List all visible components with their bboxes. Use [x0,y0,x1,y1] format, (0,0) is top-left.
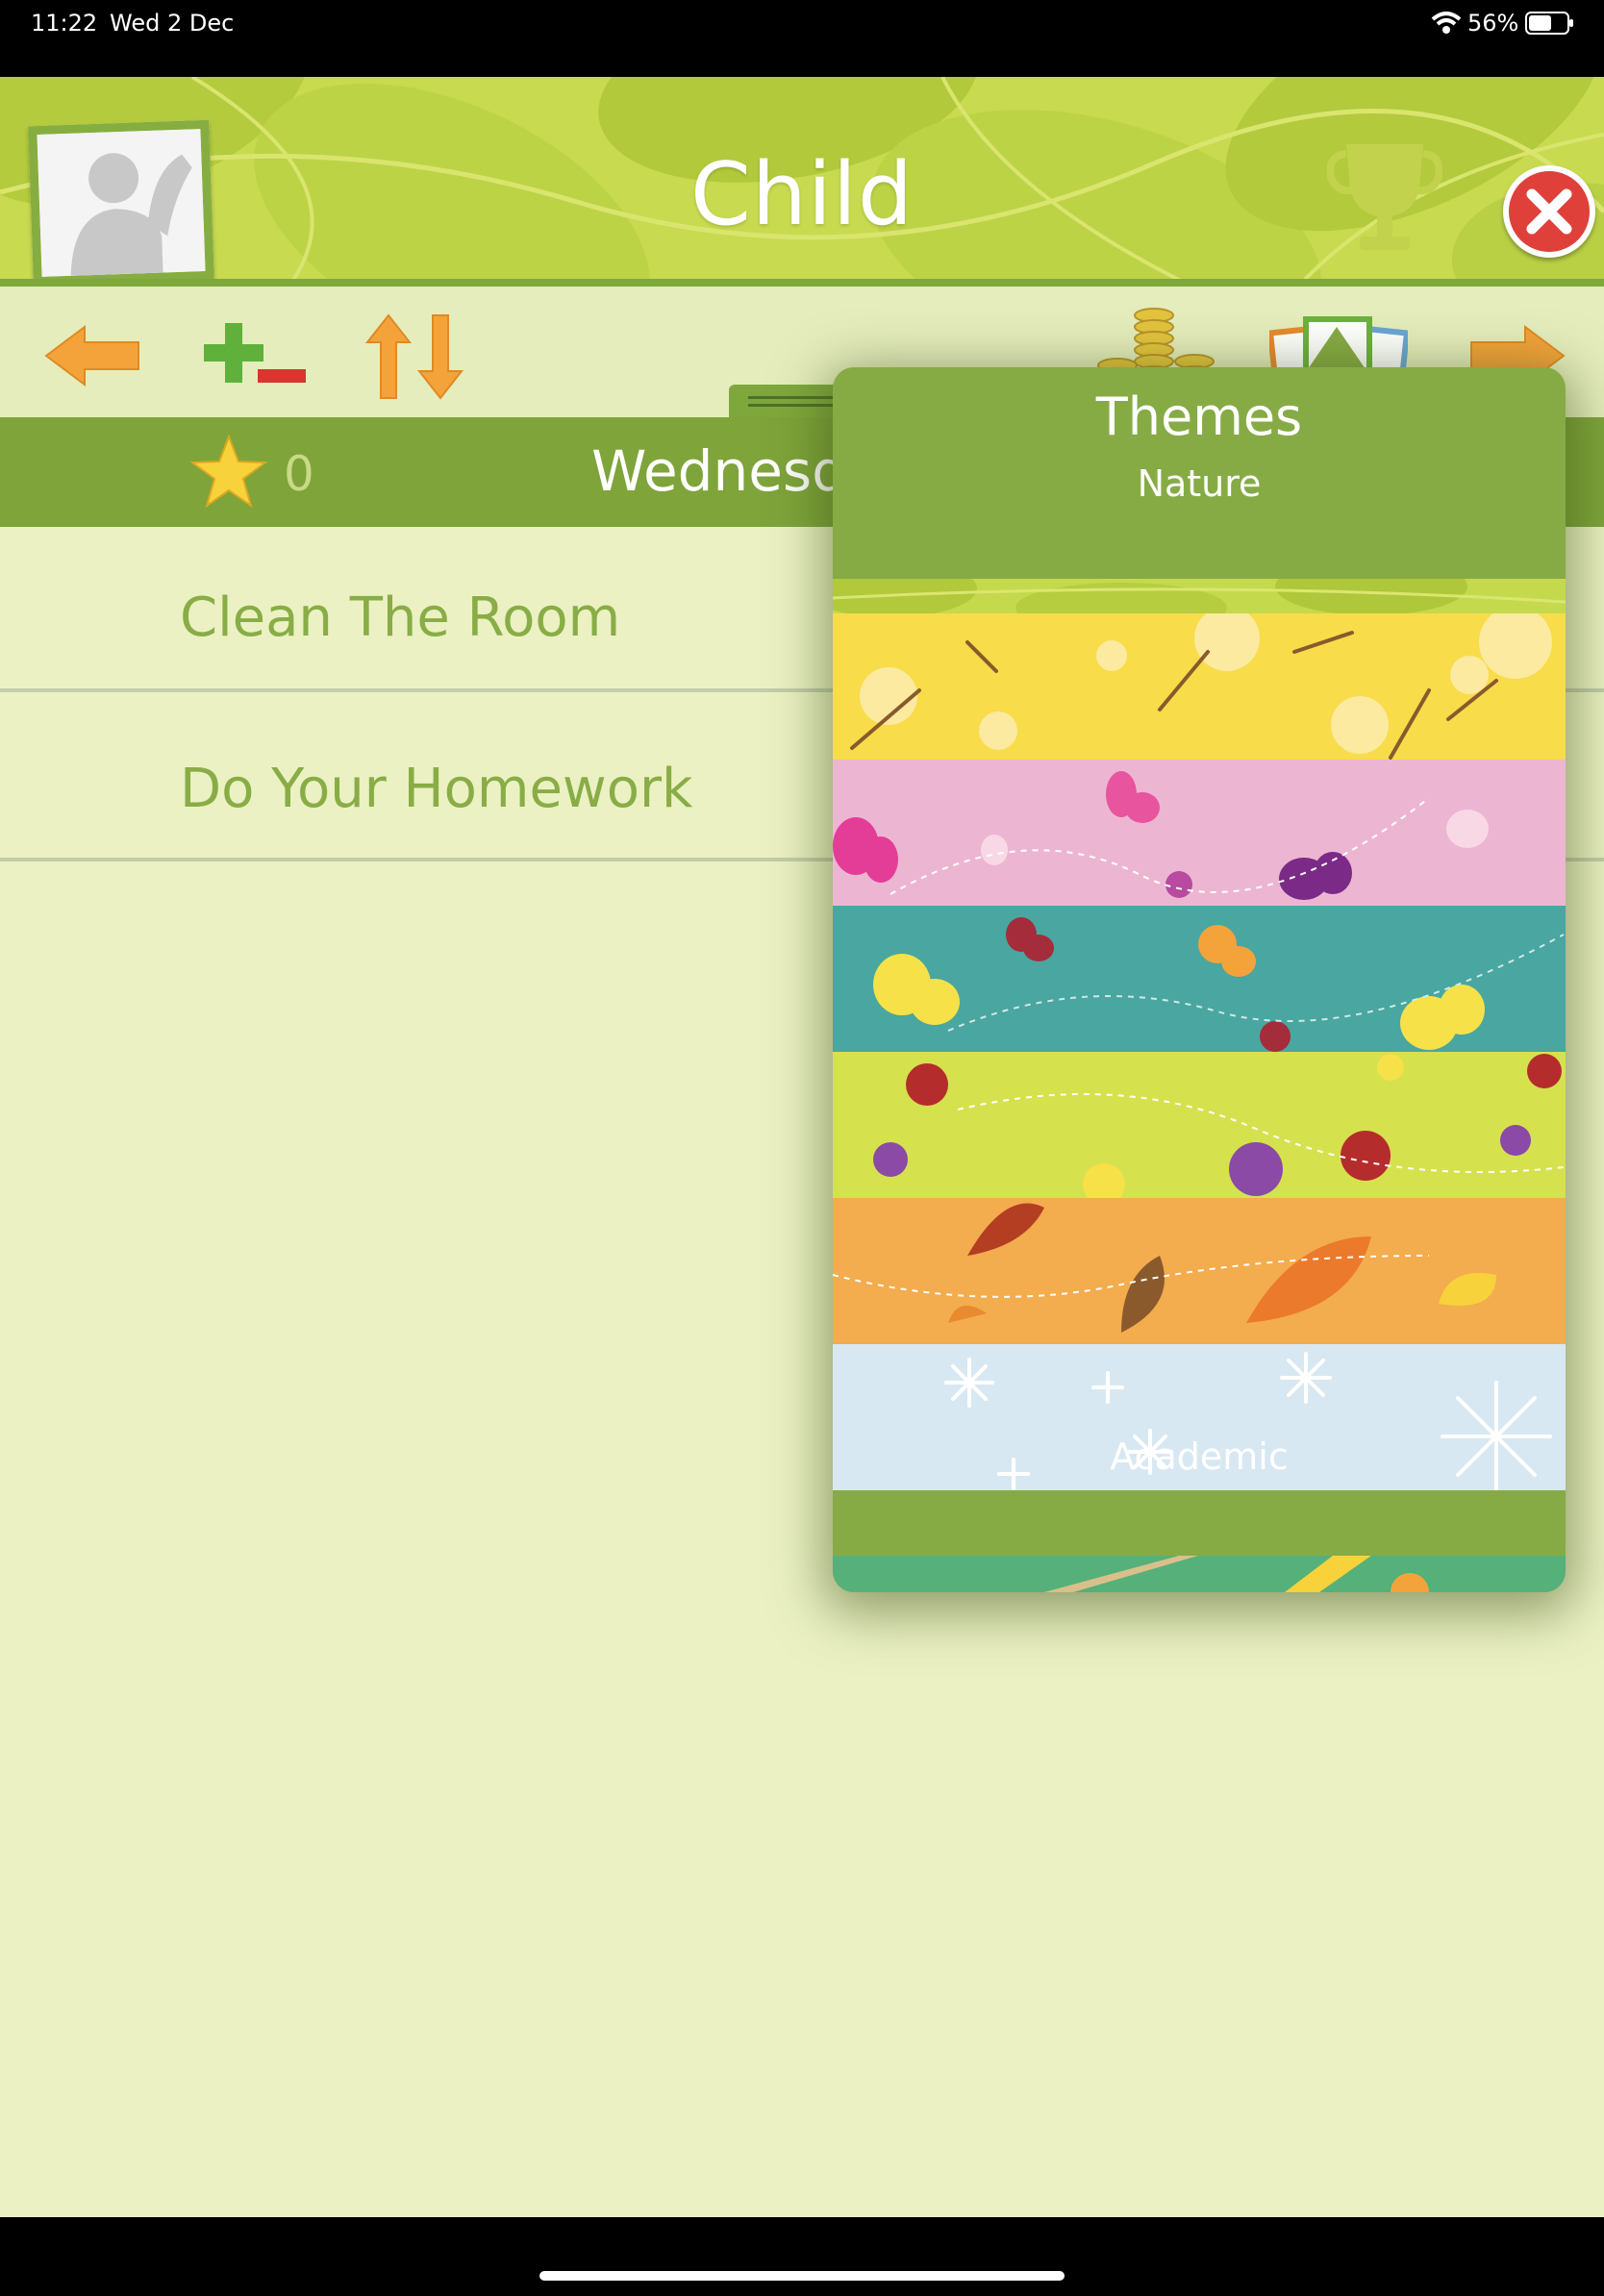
leaves-pattern [833,579,1566,613]
trophy-icon[interactable] [1327,135,1442,260]
ruler-pencil-pattern [1044,1556,1429,1592]
theme-swatch-academic[interactable] [833,1556,1566,1592]
themes-popover: Themes Nature Academic [833,367,1566,1592]
status-bar: 11:22 Wed 2 Dec 56% [0,0,1604,77]
section-header-nature: Nature [1137,462,1262,505]
theme-swatch-butterflies-teal[interactable] [833,906,1566,1052]
battery-percent: 56% [1467,10,1519,37]
star-count: 0 [284,446,314,502]
status-date: Wed 2 Dec [110,10,235,37]
popover-arrow [1308,327,1366,369]
header-divider [0,279,1604,287]
theme-swatch-autumn[interactable] [833,1198,1566,1344]
reorder-tasks-button[interactable] [365,313,465,400]
dandelion-pattern [850,613,1552,760]
theme-swatch-dandelion[interactable] [833,613,1566,760]
add-remove-task-button[interactable] [204,319,310,396]
butterflies-pattern [873,917,1565,1052]
theme-swatch-flowers[interactable] [833,1052,1566,1198]
autumn-leaves-pattern [833,1203,1496,1333]
battery-icon [1525,12,1573,35]
flowers-pattern [873,1054,1565,1198]
close-icon [1526,188,1572,235]
header: Child [0,77,1604,287]
butterflies-pattern [833,771,1489,900]
section-header-academic: Academic [1110,1435,1289,1478]
previous-day-button[interactable] [42,323,142,388]
theme-swatch-butterflies-pink[interactable] [833,760,1566,906]
star-icon [190,435,267,508]
task-label: Clean The Room [180,586,621,649]
popover-title: Themes [1095,387,1303,447]
task-label: Do Your Homework [180,758,693,820]
close-button[interactable] [1503,165,1595,258]
theme-swatch-leaves[interactable] [833,579,1566,613]
home-indicator[interactable] [539,2271,1065,2281]
wifi-icon [1431,12,1462,34]
status-time: 11:22 [31,10,98,37]
